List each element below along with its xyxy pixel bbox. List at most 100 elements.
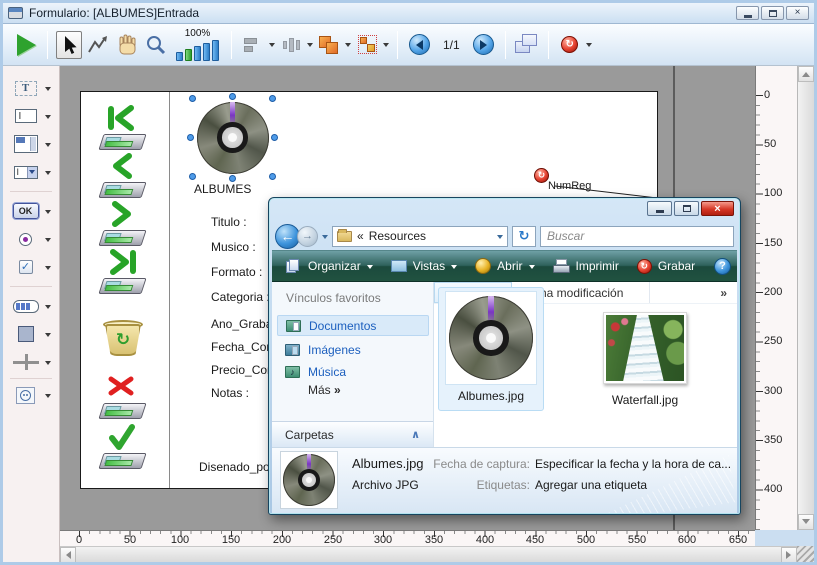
pan-tool-button[interactable]: [114, 31, 140, 59]
tool-combo-box[interactable]: I: [12, 158, 51, 186]
field-label[interactable]: Musico :: [211, 240, 256, 254]
help-button[interactable]: ?: [714, 258, 731, 275]
select-tool-button[interactable]: [56, 31, 82, 59]
dropdown-arrow-icon[interactable]: [45, 171, 51, 178]
tags-value[interactable]: Agregar una etiqueta: [535, 478, 647, 492]
tool-radio-button[interactable]: [12, 225, 51, 253]
next-page-button[interactable]: [471, 31, 497, 59]
nav-first-button[interactable]: [97, 104, 149, 151]
sidebar-item-documentos[interactable]: Documentos: [277, 315, 429, 336]
search-input[interactable]: [540, 226, 734, 247]
breadcrumb-dropdown-icon[interactable]: [497, 235, 503, 242]
dropdown-arrow-icon[interactable]: [45, 394, 51, 401]
tool-progress-bar[interactable]: [12, 292, 51, 320]
align-dropdown-arrow-icon[interactable]: [269, 43, 275, 50]
nav-last-button[interactable]: [97, 248, 149, 295]
tab-order-tool-button[interactable]: [85, 31, 111, 59]
breadcrumb[interactable]: « Resources: [332, 226, 508, 247]
horizontal-scrollbar[interactable]: [60, 546, 797, 562]
maximize-button[interactable]: [761, 6, 784, 20]
refresh-button[interactable]: ↻: [512, 226, 536, 247]
zoom-tool-button[interactable]: [143, 31, 169, 59]
forward-button[interactable]: →: [297, 226, 318, 247]
run-test-button[interactable]: [13, 31, 39, 59]
file-waterfall[interactable]: Waterfall.jpg: [587, 312, 703, 407]
explorer-title-bar[interactable]: ×: [272, 198, 737, 222]
selection-handle[interactable]: [187, 134, 194, 141]
selection-handle[interactable]: [229, 93, 236, 100]
abrir-button[interactable]: Abrir: [467, 254, 542, 278]
explorer-minimize-button[interactable]: [647, 201, 672, 216]
explorer-maximize-button[interactable]: [674, 201, 699, 216]
sidebar-item-imagenes[interactable]: Imágenes: [277, 339, 429, 360]
dropdown-arrow-icon[interactable]: [45, 115, 51, 122]
column-overflow-button[interactable]: »: [650, 282, 737, 303]
sidebar-item-musica[interactable]: ♪ Música: [277, 361, 429, 382]
album-image-control[interactable]: [193, 99, 272, 176]
tool-splitter[interactable]: [12, 348, 51, 376]
organizar-button[interactable]: Organizar: [278, 254, 381, 278]
resize-grip[interactable]: [797, 546, 814, 562]
vistas-button[interactable]: Vistas: [383, 254, 465, 278]
minimize-button[interactable]: [736, 6, 759, 20]
tool-edit-field[interactable]: I: [12, 102, 51, 130]
breadcrumb-folder[interactable]: Resources: [369, 229, 426, 243]
scroll-up-button[interactable]: [798, 66, 814, 82]
field-label[interactable]: Categoria :: [211, 290, 270, 304]
delete-record-button[interactable]: [97, 373, 149, 420]
selection-handle[interactable]: [229, 175, 236, 182]
selection-handle[interactable]: [189, 173, 196, 180]
history-dropdown-icon[interactable]: [322, 235, 328, 242]
nav-previous-button[interactable]: [97, 152, 149, 199]
grabar-button[interactable]: ↻ Grabar: [629, 254, 703, 278]
refresh-data-button[interactable]: ↻: [557, 31, 583, 59]
selection-handle[interactable]: [269, 173, 276, 180]
folders-band[interactable]: Carpetas ∧: [272, 421, 433, 447]
dropdown-arrow-icon[interactable]: [45, 333, 51, 340]
explorer-close-button[interactable]: ×: [701, 201, 734, 216]
validate-button[interactable]: [97, 423, 149, 470]
nav-next-button[interactable]: [97, 200, 149, 247]
dropdown-arrow-icon[interactable]: [45, 238, 51, 245]
windows-list-button[interactable]: [514, 31, 540, 59]
tool-checkbox[interactable]: ✓: [12, 253, 51, 281]
vertical-scrollbar[interactable]: [797, 66, 814, 530]
field-label[interactable]: Notas :: [211, 386, 249, 400]
recycle-button[interactable]: ↻: [97, 320, 149, 367]
form-title-label[interactable]: ALBUMES: [194, 182, 251, 196]
dropdown-arrow-icon[interactable]: [45, 361, 51, 368]
tool-static-text[interactable]: T: [12, 74, 51, 102]
tool-list-box[interactable]: [12, 130, 51, 158]
scroll-down-button[interactable]: [798, 514, 814, 530]
imprimir-button[interactable]: Imprimir: [545, 254, 627, 278]
zoom-level-widget[interactable]: 100%: [176, 29, 219, 61]
previous-page-button[interactable]: [406, 31, 432, 59]
capture-date-value[interactable]: Especificar la fecha y la hora de ca...: [535, 457, 731, 471]
close-button[interactable]: ×: [786, 6, 809, 20]
tool-other-control[interactable]: [12, 381, 51, 409]
order-dropdown-arrow-icon[interactable]: [345, 43, 351, 50]
tool-shape[interactable]: [12, 320, 51, 348]
scroll-right-button[interactable]: [781, 547, 797, 563]
bring-to-front-button[interactable]: [316, 31, 342, 59]
selection-handle[interactable]: [271, 134, 278, 141]
numreg-icon[interactable]: ↻: [534, 168, 549, 183]
align-left-button[interactable]: [240, 31, 266, 59]
dropdown-arrow-icon[interactable]: [45, 143, 51, 150]
dropdown-arrow-icon[interactable]: [45, 266, 51, 273]
refresh-dropdown-arrow-icon[interactable]: [586, 43, 592, 50]
selection-handle[interactable]: [189, 95, 196, 102]
dropdown-arrow-icon[interactable]: [45, 305, 51, 312]
sidebar-more-link[interactable]: Más »: [308, 383, 341, 397]
scroll-left-button[interactable]: [60, 547, 76, 563]
explorer-window[interactable]: × ← → « Resources ↻ Organizar Vistas: [268, 197, 741, 515]
selection-mode-button[interactable]: [354, 31, 380, 59]
selection-handle[interactable]: [269, 95, 276, 102]
center-dropdown-arrow-icon[interactable]: [307, 43, 313, 50]
field-label[interactable]: Formato :: [211, 265, 262, 279]
selection-dropdown-arrow-icon[interactable]: [383, 43, 389, 50]
field-label[interactable]: Titulo :: [211, 215, 247, 229]
center-controls-button[interactable]: [278, 31, 304, 59]
dropdown-arrow-icon[interactable]: [45, 210, 51, 217]
file-albumes[interactable]: Albumes.jpg: [438, 287, 544, 411]
